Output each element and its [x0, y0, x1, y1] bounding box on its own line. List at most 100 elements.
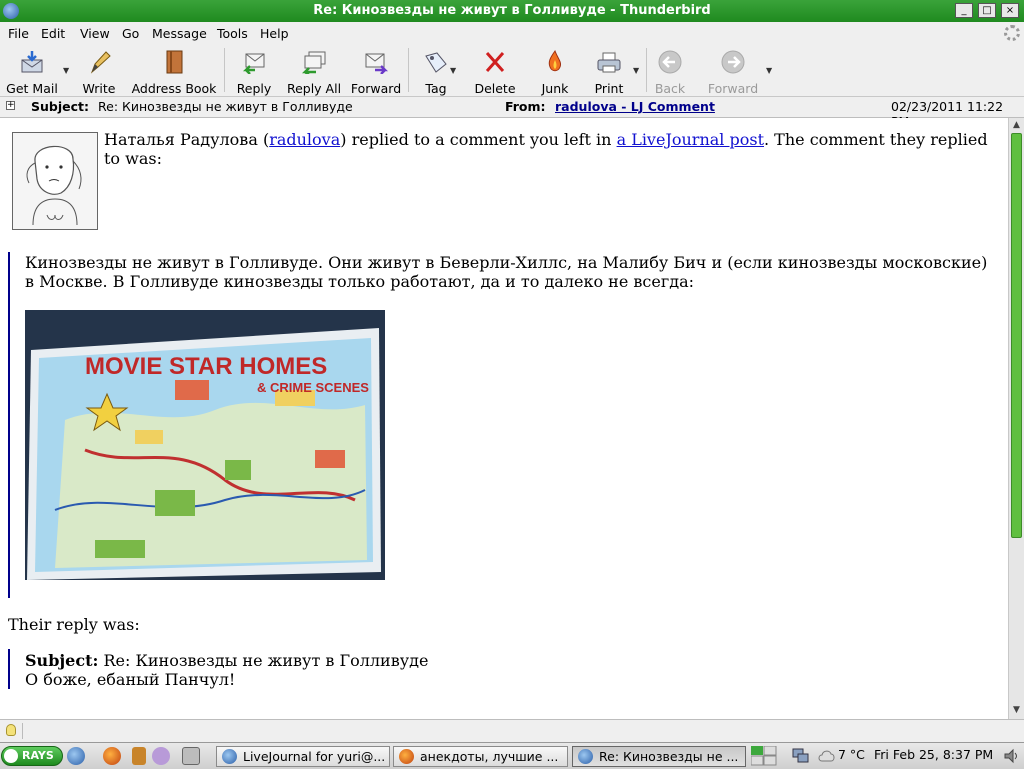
- tag-label: Tag: [425, 81, 447, 96]
- user-avatar: [12, 132, 98, 230]
- from-link[interactable]: radulova - LJ Comment: [555, 99, 715, 114]
- menu-help[interactable]: Help: [260, 26, 289, 41]
- toolbar-separator: [408, 48, 409, 92]
- menu-file[interactable]: File: [8, 26, 29, 41]
- get-mail-dropdown-icon[interactable]: ▼: [63, 66, 69, 75]
- address-book-icon: [166, 50, 183, 74]
- status-divider: [22, 723, 23, 739]
- from-label: From:: [505, 99, 546, 114]
- write-label: Write: [82, 81, 116, 96]
- address-book-label: Address Book: [131, 81, 217, 96]
- minimize-button[interactable]: _: [955, 3, 973, 18]
- photo-title-2: & CRIME SCENES: [257, 380, 369, 395]
- subject-value: Re: Кинозвезды не живут в Голливуде: [98, 99, 353, 114]
- weather-cloud-icon[interactable]: [818, 747, 836, 765]
- window-title: Re: Кинозвезды не живут в Голливуде - Th…: [313, 3, 711, 18]
- forward-nav-dropdown-icon[interactable]: ▼: [766, 66, 772, 75]
- firefox-launcher-icon[interactable]: [103, 747, 121, 765]
- task-current-message[interactable]: Re: Кинозвезды не ...: [572, 746, 746, 767]
- intro-name: Наталья Радулова (: [104, 130, 270, 149]
- scroll-up-icon[interactable]: ▲: [1010, 119, 1023, 132]
- chat-launcher-icon[interactable]: [152, 747, 170, 765]
- print-label: Print: [594, 81, 624, 96]
- thunderbird-task-icon: [578, 749, 593, 764]
- tag-button[interactable]: Tag: [419, 48, 453, 96]
- delete-x-icon: [485, 52, 505, 72]
- reply-subject-label: Subject:: [25, 651, 99, 670]
- scrollbar-thumb[interactable]: [1011, 133, 1022, 538]
- task-anecdotes-label: анекдоты, лучшие ...: [420, 749, 559, 764]
- menu-tools[interactable]: Tools: [217, 26, 248, 41]
- message-scrollbar[interactable]: ▲ ▼: [1008, 118, 1024, 719]
- avatar-drawing-icon: [26, 145, 82, 226]
- reply-icon: [242, 53, 265, 74]
- map-photo-drawing: MOVIE STAR HOMES & CRIME SCENES: [25, 310, 385, 580]
- thunderbird-task-icon: [222, 749, 237, 764]
- expand-headers-toggle[interactable]: +: [6, 101, 15, 110]
- delete-label: Delete: [474, 81, 516, 96]
- menu-bar: File Edit View Go Message Tools Help: [0, 22, 1024, 44]
- forward-label: Forward: [350, 81, 402, 96]
- livejournal-post-link[interactable]: a LiveJournal post: [617, 130, 764, 149]
- reply-intro: Their reply was:: [8, 615, 140, 634]
- back-button[interactable]: Back: [652, 48, 688, 96]
- maximize-button[interactable]: □: [978, 3, 996, 18]
- close-button[interactable]: ×: [1001, 3, 1019, 18]
- reply-body: О боже, ебаный Панчул!: [25, 670, 236, 689]
- scroll-down-icon[interactable]: ▼: [1010, 704, 1023, 717]
- notebook-launcher-icon[interactable]: [132, 747, 146, 765]
- forward-button[interactable]: Forward: [350, 48, 402, 96]
- print-dropdown-icon[interactable]: ▼: [633, 66, 639, 75]
- start-label: RAYS: [22, 749, 54, 762]
- reply-subject: Re: Кинозвезды не живут в Голливуде: [103, 651, 429, 670]
- intro-mid: ) replied to a comment you left in: [340, 130, 617, 149]
- reply-label: Reply: [236, 81, 272, 96]
- clock[interactable]: Fri Feb 25, 8:37 PM: [874, 747, 993, 762]
- back-arrow-icon: [658, 50, 682, 74]
- lightbulb-icon: [6, 724, 16, 736]
- tag-icon: [425, 52, 447, 73]
- main-toolbar: Get Mail ▼ Write Address Book Reply Repl…: [0, 44, 1024, 97]
- volume-icon[interactable]: [1003, 747, 1021, 765]
- thunderbird-launcher-icon[interactable]: [67, 747, 85, 765]
- print-button[interactable]: Print: [592, 48, 626, 96]
- title-bar: Re: Кинозвезды не живут в Голливуде - Th…: [0, 0, 1024, 23]
- junk-button[interactable]: Junk: [538, 48, 572, 96]
- message-body: Наталья Радулова (radulova) replied to a…: [0, 118, 1008, 719]
- forward-arrow-icon: [721, 50, 745, 74]
- intro-paragraph: Наталья Радулова (radulova) replied to a…: [104, 130, 994, 168]
- quoted-comment-text: Кинозвезды не живут в Голливуде. Они жив…: [25, 253, 988, 291]
- activity-throbber-icon: [1004, 25, 1020, 41]
- user-profile-link[interactable]: radulova: [269, 130, 340, 149]
- task-anecdotes[interactable]: анекдоты, лучшие ...: [393, 746, 568, 767]
- menu-message[interactable]: Message: [152, 26, 207, 41]
- network-icon[interactable]: [792, 747, 810, 765]
- reply-all-button[interactable]: Reply All: [286, 48, 342, 96]
- menu-go[interactable]: Go: [122, 26, 139, 41]
- pencil-icon: [90, 51, 111, 74]
- photo-title-1: MOVIE STAR HOMES: [85, 353, 327, 380]
- write-button[interactable]: Write: [80, 48, 118, 96]
- task-livejournal[interactable]: LiveJournal for yuri@...: [216, 746, 390, 767]
- movie-star-map-photo[interactable]: MOVIE STAR HOMES & CRIME SCENES: [25, 310, 385, 580]
- tag-dropdown-icon[interactable]: ▼: [450, 66, 456, 75]
- task-current-label: Re: Кинозвезды не ...: [599, 749, 739, 764]
- workspace-switcher-icon[interactable]: [751, 746, 777, 766]
- back-label: Back: [654, 81, 686, 96]
- delete-button[interactable]: Delete: [474, 48, 516, 96]
- temperature-readout[interactable]: 7 °C: [838, 747, 865, 762]
- start-menu-button[interactable]: RAYS: [1, 746, 63, 766]
- show-desktop-icon[interactable]: [182, 747, 200, 765]
- forward-nav-button[interactable]: Forward: [706, 48, 760, 96]
- menu-edit[interactable]: Edit: [41, 26, 65, 41]
- taskbar: RAYS LiveJournal for yuri@... анекдоты, …: [0, 742, 1024, 769]
- junk-flame-icon: [548, 50, 561, 72]
- task-livejournal-label: LiveJournal for yuri@...: [243, 749, 386, 764]
- reply-all-label: Reply All: [286, 81, 342, 96]
- status-bar: [0, 719, 1024, 742]
- firefox-task-icon: [399, 749, 414, 764]
- reply-button[interactable]: Reply: [234, 48, 274, 96]
- get-mail-button[interactable]: Get Mail: [4, 48, 60, 96]
- menu-view[interactable]: View: [80, 26, 110, 41]
- address-book-button[interactable]: Address Book: [131, 48, 217, 96]
